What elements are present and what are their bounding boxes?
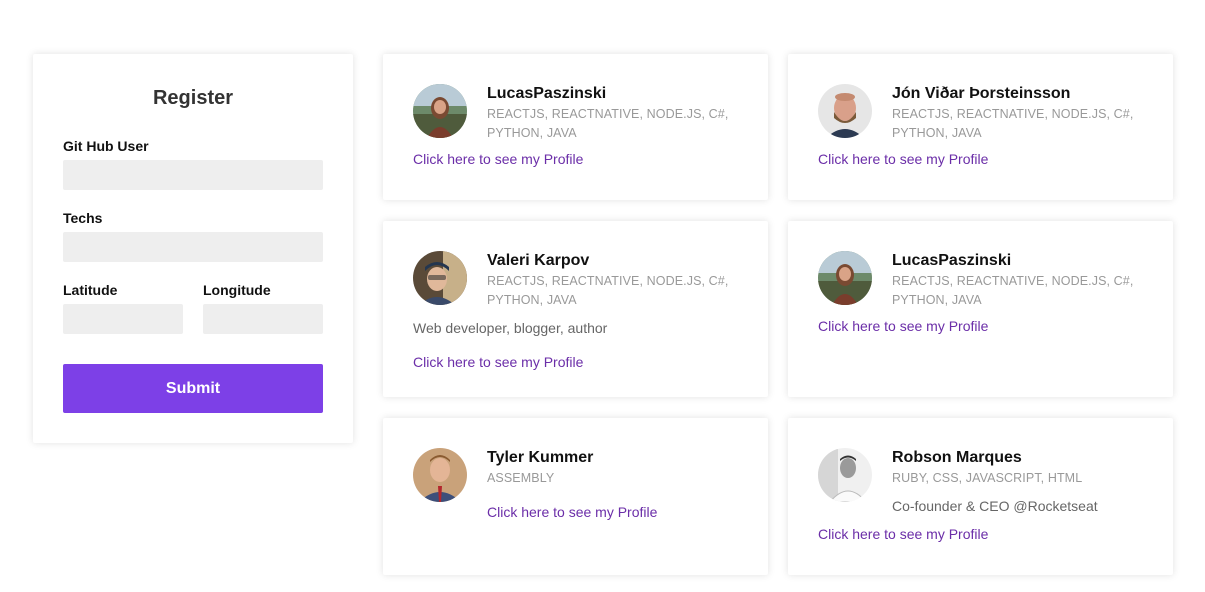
dev-card: Valeri Karpov REACTJS, REACTNATIVE, NODE… bbox=[383, 221, 768, 397]
profile-link[interactable]: Click here to see my Profile bbox=[818, 316, 988, 336]
dev-card-info: Jón Viðar Þorsteinsson REACTJS, REACTNAT… bbox=[892, 84, 1143, 143]
avatar bbox=[818, 448, 872, 502]
profile-link[interactable]: Click here to see my Profile bbox=[487, 502, 657, 522]
dev-card-info: Robson Marques RUBY, CSS, JAVASCRIPT, HT… bbox=[892, 448, 1098, 516]
dev-name: Jón Viðar Þorsteinsson bbox=[892, 85, 1071, 102]
dev-techs: RUBY, CSS, JAVASCRIPT, HTML bbox=[892, 471, 1083, 485]
register-title: Register bbox=[152, 87, 234, 109]
submit-button[interactable]: Submit bbox=[63, 364, 323, 413]
dev-techs: REACTJS, REACTNATIVE, NODE.JS, C#, PYTHO… bbox=[892, 107, 1134, 140]
register-panel: Register Git Hub User Techs Latitude Lon… bbox=[33, 54, 353, 443]
github-user-label: Git Hub User bbox=[63, 138, 149, 154]
dev-bio: Web developer, blogger, author bbox=[413, 320, 608, 336]
dev-card-info: Tyler Kummer ASSEMBLY Click here to see … bbox=[487, 448, 657, 522]
dev-card: LucasPaszinski REACTJS, REACTNATIVE, NOD… bbox=[383, 54, 768, 200]
techs-label: Techs bbox=[63, 210, 103, 226]
avatar bbox=[413, 448, 467, 502]
techs-input[interactable] bbox=[63, 232, 323, 262]
profile-link[interactable]: Click here to see my Profile bbox=[413, 149, 583, 169]
dev-card-header: Tyler Kummer ASSEMBLY Click here to see … bbox=[413, 448, 738, 522]
techs-field-group: Techs bbox=[63, 210, 323, 262]
github-field-group: Git Hub User bbox=[63, 138, 323, 190]
profile-link[interactable]: Click here to see my Profile bbox=[818, 149, 988, 169]
dev-card-info: Valeri Karpov REACTJS, REACTNATIVE, NODE… bbox=[487, 251, 738, 310]
dev-card-header: LucasPaszinski REACTJS, REACTNATIVE, NOD… bbox=[818, 251, 1143, 310]
dev-card-info: LucasPaszinski REACTJS, REACTNATIVE, NOD… bbox=[487, 84, 738, 143]
dev-card: LucasPaszinski REACTJS, REACTNATIVE, NOD… bbox=[788, 221, 1173, 397]
dev-card-header: Valeri Karpov REACTJS, REACTNATIVE, NODE… bbox=[413, 251, 738, 310]
longitude-label: Longitude bbox=[203, 282, 271, 298]
dev-techs: ASSEMBLY bbox=[487, 471, 555, 485]
latitude-label: Latitude bbox=[63, 282, 118, 298]
dev-card: Robson Marques RUBY, CSS, JAVASCRIPT, HT… bbox=[788, 418, 1173, 575]
dev-name: Robson Marques bbox=[892, 449, 1022, 466]
github-user-input[interactable] bbox=[63, 160, 323, 190]
dev-techs: REACTJS, REACTNATIVE, NODE.JS, C#, PYTHO… bbox=[487, 107, 729, 140]
avatar bbox=[818, 84, 872, 138]
dev-card-header: Jón Viðar Þorsteinsson REACTJS, REACTNAT… bbox=[818, 84, 1143, 143]
avatar bbox=[413, 251, 467, 305]
longitude-input[interactable] bbox=[203, 304, 323, 334]
coordinates-row: Latitude Longitude bbox=[63, 262, 323, 334]
latitude-field-group: Latitude bbox=[63, 262, 183, 334]
dev-card-header: Robson Marques RUBY, CSS, JAVASCRIPT, HT… bbox=[818, 448, 1143, 516]
dev-name: Valeri Karpov bbox=[487, 252, 590, 269]
dev-bio: Co-founder & CEO @Rocketseat bbox=[892, 498, 1098, 514]
page: Register Git Hub User Techs Latitude Lon… bbox=[0, 0, 1205, 592]
dev-name: LucasPaszinski bbox=[487, 85, 607, 102]
dev-card: Tyler Kummer ASSEMBLY Click here to see … bbox=[383, 418, 768, 575]
dev-card: Jón Viðar Þorsteinsson REACTJS, REACTNAT… bbox=[788, 54, 1173, 200]
profile-link[interactable]: Click here to see my Profile bbox=[413, 352, 583, 372]
avatar bbox=[818, 251, 872, 305]
dev-card-info: LucasPaszinski REACTJS, REACTNATIVE, NOD… bbox=[892, 251, 1143, 310]
latitude-input[interactable] bbox=[63, 304, 183, 334]
avatar bbox=[413, 84, 467, 138]
dev-name: LucasPaszinski bbox=[892, 252, 1012, 269]
longitude-field-group: Longitude bbox=[203, 262, 323, 334]
profile-link[interactable]: Click here to see my Profile bbox=[818, 524, 988, 544]
dev-name: Tyler Kummer bbox=[487, 449, 594, 466]
dev-techs: REACTJS, REACTNATIVE, NODE.JS, C#, PYTHO… bbox=[892, 274, 1134, 307]
dev-techs: REACTJS, REACTNATIVE, NODE.JS, C#, PYTHO… bbox=[487, 274, 729, 307]
dev-card-header: LucasPaszinski REACTJS, REACTNATIVE, NOD… bbox=[413, 84, 738, 143]
